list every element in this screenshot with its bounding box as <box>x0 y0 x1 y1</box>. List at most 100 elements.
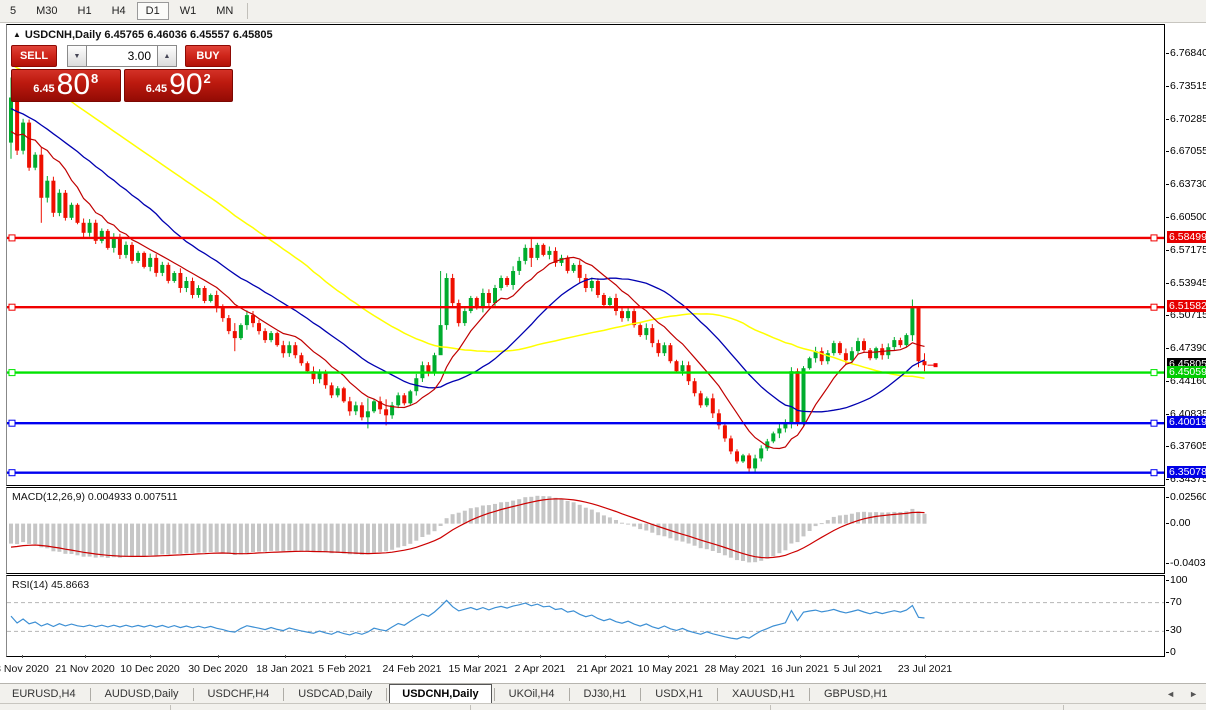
support-price-label: 6.35078 <box>1167 466 1206 478</box>
tab-scroll-right-icon[interactable]: ► <box>1189 689 1198 699</box>
price-tick-label: 6.63730 <box>1170 178 1206 190</box>
rsi-chart[interactable] <box>7 576 1164 656</box>
time-axis[interactable]: 3 Nov 202021 Nov 202010 Dec 202030 Dec 2… <box>6 655 1163 683</box>
status-bar <box>0 703 1206 710</box>
price-tick-label: 6.53945 <box>1170 277 1206 289</box>
time-tick-mark <box>605 655 606 658</box>
chart-tab-audusd[interactable]: AUDUSD,Daily <box>93 685 191 704</box>
macd-tick-label: 0.00 <box>1170 517 1190 529</box>
mt4-terminal-window: 5M30H1H4D1W1MN ▲ USDCNH,Daily 6.45765 6.4… <box>0 0 1206 710</box>
tab-separator <box>90 688 91 701</box>
sell-price-display[interactable]: 6.45808 <box>11 69 121 102</box>
time-tick-mark <box>668 655 669 658</box>
macd-tick-label: 0.025609 <box>1170 491 1206 503</box>
macd-tick-label: -0.040385 <box>1170 557 1206 569</box>
chart-tab-usdcnh[interactable]: USDCNH,Daily <box>389 684 491 705</box>
volume-input[interactable] <box>87 45 157 67</box>
rsi-tick-label: 30 <box>1170 624 1182 636</box>
collapse-indicator-icon[interactable]: ▲ <box>13 30 21 39</box>
price-tick-label: 6.47390 <box>1170 342 1206 354</box>
statusbar-divider <box>470 705 471 710</box>
statusbar-divider <box>170 705 171 710</box>
price-axis[interactable]: 6.76840 6.73515 6.70285 6.67055 6.63730 6.605… <box>1166 0 1206 683</box>
tab-separator <box>283 688 284 701</box>
tab-separator <box>569 688 570 701</box>
time-tick-mark <box>285 655 286 658</box>
rsi-tick-label: 0 <box>1170 646 1176 658</box>
tab-separator <box>809 688 810 701</box>
time-tick-mark <box>735 655 736 658</box>
chart-tab-ukoil[interactable]: UKOil,H4 <box>497 685 567 704</box>
price-tick-label: 6.60500 <box>1170 211 1206 223</box>
chart-title: ▲ USDCNH,Daily 6.45765 6.46036 6.45557 6.… <box>13 29 273 41</box>
macd-label: MACD(12,26,9) 0.004933 0.007511 <box>12 491 178 503</box>
rsi-label: RSI(14) 45.8663 <box>12 579 89 591</box>
buy-button[interactable]: BUY <box>185 45 231 67</box>
tab-separator <box>640 688 641 701</box>
one-click-trading-widget: SELL ▼ ▲ BUY 6.45808 6.45902 <box>11 45 233 102</box>
price-tick-label: 6.76840 <box>1170 47 1206 59</box>
time-tick-mark <box>22 655 23 658</box>
ohlc-values: 6.45765 6.46036 6.45557 6.45805 <box>104 29 272 41</box>
sell-price-handle: 6.45 <box>33 83 54 95</box>
timeframe-button-d1[interactable]: D1 <box>137 2 169 20</box>
time-tick-mark <box>800 655 801 658</box>
sell-price-pip: 8 <box>91 71 98 86</box>
time-tick-mark <box>345 655 346 658</box>
macd-chart[interactable] <box>7 488 1164 573</box>
chart-tab-gbpusd[interactable]: GBPUSD,H1 <box>812 685 900 704</box>
price-tick-label: 6.57175 <box>1170 244 1206 256</box>
tab-scroll-left-icon[interactable]: ◄ <box>1166 689 1175 699</box>
chart-tab-usdx[interactable]: USDX,H1 <box>643 685 715 704</box>
chart-tab-dj30[interactable]: DJ30,H1 <box>572 685 639 704</box>
buy-price-pip: 2 <box>204 71 211 86</box>
sell-button[interactable]: SELL <box>11 45 57 67</box>
chart-tab-bar: EURUSD,H4 AUDUSD,Daily USDCHF,H4USDCAD,Dai… <box>0 683 1206 704</box>
price-tick-label: 6.73515 <box>1170 80 1206 92</box>
macd-indicator-panel[interactable]: MACD(12,26,9) 0.004933 0.007511 <box>6 487 1165 574</box>
time-tick-mark <box>85 655 86 658</box>
chart-tab-usdcad[interactable]: USDCAD,Daily <box>286 685 384 704</box>
support-price-label: 6.40019 <box>1167 416 1206 428</box>
timeframe-button-mn[interactable]: MN <box>207 2 242 20</box>
chart-tab-eurusd[interactable]: EURUSD,H4 <box>0 685 88 704</box>
rsi-tick-label: 100 <box>1170 574 1188 586</box>
resistance-price-label: 6.51582 <box>1167 300 1206 312</box>
rsi-indicator-panel[interactable]: RSI(14) 45.8663 <box>6 575 1165 657</box>
price-tick-label: 6.37605 <box>1170 440 1206 452</box>
time-tick-mark <box>478 655 479 658</box>
timeframe-button-h1[interactable]: H1 <box>69 2 101 20</box>
volume-decrease-button[interactable]: ▼ <box>67 45 87 67</box>
time-tick-mark <box>925 655 926 658</box>
time-tick-mark <box>858 655 859 658</box>
buy-price-handle: 6.45 <box>146 83 167 95</box>
pivot-price-label: 6.45059 <box>1167 366 1206 378</box>
price-chart-panel[interactable]: ▲ USDCNH,Daily 6.45765 6.46036 6.45557 6.… <box>6 24 1165 486</box>
time-tick-mark <box>218 655 219 658</box>
rsi-tick-label: 70 <box>1170 596 1182 608</box>
statusbar-divider <box>770 705 771 710</box>
volume-increase-button[interactable]: ▲ <box>157 45 177 67</box>
resistance-price-label: 6.58499 <box>1167 231 1206 243</box>
time-tick-mark <box>412 655 413 658</box>
date-tick-label: 23 Jul 2021 <box>885 663 965 675</box>
tab-separator <box>717 688 718 701</box>
price-tick-label: 6.67055 <box>1170 145 1206 157</box>
statusbar-divider <box>1063 705 1064 710</box>
time-tick-mark <box>150 655 151 658</box>
chart-tab-xauusd[interactable]: XAUUSD,H1 <box>720 685 807 704</box>
buy-price-main: 90 <box>169 70 202 100</box>
buy-price-display[interactable]: 6.45902 <box>124 69 234 102</box>
time-tick-mark <box>540 655 541 658</box>
symbol-period-label: USDCNH,Daily <box>25 29 101 41</box>
timeframe-button-w1[interactable]: W1 <box>171 2 206 20</box>
timeframe-button-m30[interactable]: M30 <box>27 2 66 20</box>
timeframe-button-5[interactable]: 5 <box>1 2 25 20</box>
volume-spinner: ▼ ▲ <box>67 45 177 67</box>
sell-price-main: 80 <box>57 70 90 100</box>
price-tick-label: 6.70285 <box>1170 113 1206 125</box>
chart-tab-usdchf[interactable]: USDCHF,H4 <box>196 685 282 704</box>
timeframe-button-h4[interactable]: H4 <box>103 2 135 20</box>
timeframe-toolbar: 5M30H1H4D1W1MN <box>0 0 1206 23</box>
tab-separator <box>494 688 495 701</box>
